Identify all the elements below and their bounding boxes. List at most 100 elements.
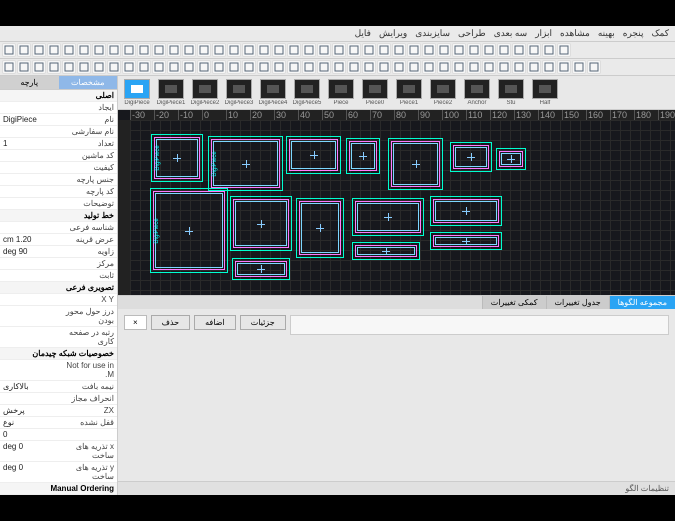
prop-value[interactable]: پرخش — [0, 405, 59, 416]
prop-value[interactable]: 0 — [0, 429, 59, 440]
menu-1[interactable]: پنجره — [623, 28, 644, 39]
rect-icon[interactable] — [362, 43, 376, 57]
thumb-0[interactable]: DigiPiece — [122, 79, 152, 106]
pattern-piece-3[interactable] — [346, 138, 380, 174]
prop-value[interactable]: نوع — [0, 417, 59, 428]
zoom-out-icon[interactable] — [152, 43, 166, 57]
move-icon[interactable] — [212, 43, 226, 57]
paste-b-icon[interactable] — [122, 60, 136, 74]
grid-b-icon[interactable] — [437, 60, 451, 74]
show-icon[interactable] — [512, 43, 526, 57]
dart-icon[interactable] — [557, 43, 571, 57]
prop-value[interactable] — [0, 393, 59, 404]
pattern-piece-4[interactable] — [388, 138, 443, 190]
save-icon[interactable] — [32, 43, 46, 57]
unlock-b-icon[interactable] — [482, 60, 496, 74]
menu-8[interactable]: ویرایش — [379, 28, 407, 39]
bottom-list[interactable] — [290, 315, 669, 335]
prop-value[interactable]: DigiPiece — [0, 114, 59, 125]
details-button[interactable]: جزئیات — [240, 315, 286, 330]
pan-icon[interactable] — [182, 43, 196, 57]
curve-icon[interactable] — [347, 43, 361, 57]
bottom-pill[interactable]: × — [124, 315, 147, 330]
new-icon[interactable] — [2, 43, 16, 57]
move-b-icon[interactable] — [212, 60, 226, 74]
prop-value[interactable]: 0 deg — [0, 462, 59, 482]
pattern-piece-2[interactable] — [286, 136, 341, 174]
color-b-icon[interactable] — [317, 60, 331, 74]
prop-value[interactable] — [0, 222, 59, 233]
pattern-piece-11[interactable] — [430, 196, 502, 226]
pattern-piece-1[interactable]: DigiPiece — [208, 136, 283, 191]
zoom-out-b-icon[interactable] — [152, 60, 166, 74]
thumb-12[interactable]: Half — [530, 79, 560, 106]
thumb-11[interactable]: Stu — [496, 79, 526, 106]
drill-b-icon[interactable] — [587, 60, 601, 74]
group-b-icon[interactable] — [272, 60, 286, 74]
thumb-6[interactable]: Piece — [326, 79, 356, 106]
redo-icon[interactable] — [77, 43, 91, 57]
delete-button[interactable]: حذف — [151, 315, 190, 330]
zoom-in-icon[interactable] — [137, 43, 151, 57]
menu-7[interactable]: سایزبندی — [415, 28, 450, 39]
rect-b-icon[interactable] — [362, 60, 376, 74]
print-icon[interactable] — [47, 43, 61, 57]
menu-5[interactable]: سه بعدی — [494, 28, 527, 39]
prop-value[interactable]: 1 — [0, 138, 59, 149]
hide-icon[interactable] — [497, 43, 511, 57]
pattern-piece-6[interactable] — [496, 148, 526, 170]
pattern-piece-8[interactable] — [230, 196, 292, 251]
lock-b-icon[interactable] — [467, 60, 481, 74]
text-b-icon[interactable] — [422, 60, 436, 74]
undo-b-icon[interactable] — [62, 60, 76, 74]
hide-b-icon[interactable] — [497, 60, 511, 74]
menu-9[interactable]: فایل — [355, 28, 371, 39]
pattern-piece-0[interactable]: DigiPiece — [151, 134, 203, 182]
pattern-piece-7[interactable]: DigiPiece — [150, 188, 228, 273]
pattern-piece-9[interactable] — [296, 198, 344, 258]
prop-value[interactable]: بالاکاری — [0, 381, 59, 392]
thumb-10[interactable]: Anchor — [462, 79, 492, 106]
prop-value[interactable] — [0, 150, 59, 161]
prop-value[interactable] — [0, 360, 59, 380]
prop-value[interactable]: 90 deg — [0, 246, 59, 257]
color-icon[interactable] — [317, 43, 331, 57]
open-icon[interactable] — [17, 43, 31, 57]
menu-4[interactable]: ابزار — [535, 28, 552, 39]
pattern-piece-14[interactable] — [232, 258, 290, 280]
prop-value[interactable] — [0, 126, 59, 137]
thumb-7[interactable]: Piece0 — [360, 79, 390, 106]
point-icon[interactable] — [392, 43, 406, 57]
prop-value[interactable] — [0, 102, 59, 113]
drawing-canvas[interactable]: -30-20-100102030405060708090100110120130… — [118, 110, 675, 295]
point-b-icon[interactable] — [392, 60, 406, 74]
thumb-5[interactable]: DigiPiece5 — [292, 79, 322, 106]
layer-b-icon[interactable] — [302, 60, 316, 74]
select-icon[interactable] — [197, 43, 211, 57]
fit-b-icon[interactable] — [167, 60, 181, 74]
pattern-piece-10[interactable] — [352, 198, 424, 236]
line-icon[interactable] — [332, 43, 346, 57]
seam-b-icon[interactable] — [542, 60, 556, 74]
copy-icon[interactable] — [107, 43, 121, 57]
grid-icon[interactable] — [437, 43, 451, 57]
rotate-icon[interactable] — [227, 43, 241, 57]
thumb-4[interactable]: DigiPiece4 — [258, 79, 288, 106]
bottom-tab-1[interactable]: جدول تغییرات — [546, 296, 609, 309]
align-b-icon[interactable] — [257, 60, 271, 74]
prop-value[interactable]: 0 deg — [0, 441, 59, 461]
paste-icon[interactable] — [122, 43, 136, 57]
snap-icon[interactable] — [452, 43, 466, 57]
thumb-3[interactable]: DigiPiece3 — [224, 79, 254, 106]
undo-icon[interactable] — [62, 43, 76, 57]
menu-6[interactable]: طراحی — [458, 28, 486, 39]
thumb-2[interactable]: DigiPiece2 — [190, 79, 220, 106]
prop-tab-fabric[interactable]: پارچه — [0, 76, 59, 89]
bottom-tab-0[interactable]: مجموعه الگوها — [609, 296, 675, 309]
measure-icon[interactable] — [407, 43, 421, 57]
thumb-1[interactable]: DigiPiece1 — [156, 79, 186, 106]
prop-value[interactable] — [0, 174, 59, 185]
snap-b-icon[interactable] — [452, 60, 466, 74]
zoom-in-b-icon[interactable] — [137, 60, 151, 74]
pattern-piece-12[interactable] — [430, 232, 502, 250]
